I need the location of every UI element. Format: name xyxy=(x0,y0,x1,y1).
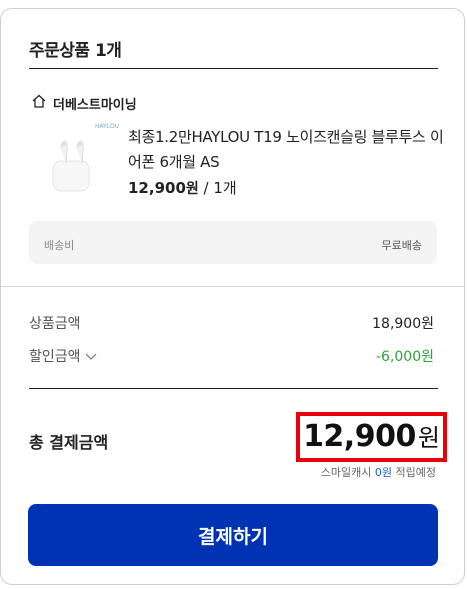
thumbnail-brand-tag: HAYLOU xyxy=(95,123,120,130)
reward-info: 스마일캐시 0원 적립예정 xyxy=(321,464,436,480)
divider xyxy=(29,68,438,69)
discount-toggle[interactable]: 할인금액 xyxy=(29,346,97,366)
checkout-button[interactable]: 결제하기 xyxy=(28,504,438,566)
goods-amount-value: 18,900원 xyxy=(372,316,434,332)
discount-label: 할인금액 xyxy=(29,349,81,365)
chevron-down-icon xyxy=(85,349,97,365)
product-thumbnail[interactable]: HAYLOU xyxy=(49,123,119,199)
order-summary-card: 주문상품 1개 더베스트마이닝 HAYLOU 최종1.2만HAYLOU T19 … xyxy=(0,8,466,585)
product-price-amount: 12,900 xyxy=(128,179,186,197)
product-price-unit: 원 xyxy=(185,181,199,197)
reward-prefix: 스마일캐시 xyxy=(320,466,375,479)
total-label: 총 결제금액 xyxy=(29,433,109,452)
section-title: 주문상품 1개 xyxy=(29,41,122,61)
reward-suffix: 적립예정 xyxy=(392,466,437,479)
reward-amount: 0원 xyxy=(374,466,393,479)
seller-name: 더베스트마이닝 xyxy=(53,97,137,113)
product-quantity: / 1개 xyxy=(198,179,237,197)
shipping-label: 배송비 xyxy=(44,239,75,252)
goods-amount-label: 상품금액 xyxy=(29,316,81,332)
total-unit: 원 xyxy=(417,424,440,452)
divider xyxy=(29,388,438,389)
shipping-box: 배송비 무료배송 xyxy=(29,221,437,264)
divider xyxy=(1,286,466,287)
discount-value: -6,000원 xyxy=(375,349,434,365)
total-amount-highlight: 12,900 원 xyxy=(296,412,447,462)
shipping-value: 무료배송 xyxy=(381,239,422,252)
seller-link[interactable]: 더베스트마이닝 xyxy=(31,93,137,113)
product-price: 12,900원 / 1개 xyxy=(128,177,237,198)
home-icon xyxy=(31,93,47,113)
total-amount: 12,900 xyxy=(303,419,416,454)
product-name[interactable]: 최종1.2만HAYLOU T19 노이즈캔슬링 블루투스 이어폰 6개월 AS xyxy=(128,125,446,175)
